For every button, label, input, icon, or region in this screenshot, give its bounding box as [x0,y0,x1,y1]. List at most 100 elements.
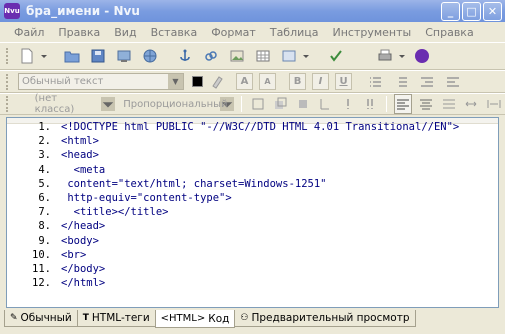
format-toolbar-1: Обычный текст ▼ A A B I U [0,70,505,93]
form-dropdown-button[interactable] [302,46,310,66]
line-number: 12. [32,277,51,290]
close-button[interactable]: ✕ [483,2,502,21]
tab-label: Код [208,312,230,325]
code-line[interactable]: 11. </body> [7,262,498,276]
publish-button[interactable] [114,46,134,66]
maximize-button[interactable]: □ [462,2,481,21]
tab-preview[interactable]: ⚇ Предварительный просмотр [234,310,416,327]
bold-button[interactable]: B [289,73,306,90]
menu-help[interactable]: Справка [425,26,473,39]
layer-back-button[interactable] [317,94,334,114]
tab-label: Предварительный просмотр [251,312,410,324]
browse-button[interactable] [140,46,160,66]
css-class-dropdown-button[interactable] [101,97,116,111]
menu-tools[interactable]: Инструменты [333,26,412,39]
toolbar-grip[interactable] [6,48,10,64]
code-lines: 1. <!DOCTYPE html PUBLIC "-//W3C//DTD HTM… [7,120,498,290]
line-number: 7. [38,206,51,219]
text-color-swatch[interactable] [192,76,203,87]
print-dropdown-button[interactable] [398,46,406,66]
minimize-button[interactable]: _ [441,2,460,21]
new-file-button[interactable] [17,46,37,66]
align-center-icon [419,99,432,110]
align-justify-icon [442,99,455,109]
line-number: 3. [38,149,51,162]
toolbar-grip[interactable] [6,73,10,90]
spell-button[interactable] [326,46,346,66]
toolbar-separator [385,96,387,112]
link-button[interactable] [201,46,221,66]
word-spacing-button[interactable] [485,94,502,114]
exclaim-button[interactable] [340,94,357,114]
exclamation-icon [347,99,349,109]
layer-front-button[interactable] [294,94,311,114]
line-number: 1. [38,121,51,134]
line-text: content="text/html; charset=Windows-1251… [61,177,327,190]
source-editor[interactable]: 1. <!DOCTYPE html PUBLIC "-//W3C//DTD HTM… [6,117,499,308]
folder-open-icon [64,51,80,63]
code-line[interactable]: 8. </head> [7,219,498,233]
code-line[interactable]: 6. http-equiv="content-type"> [7,191,498,205]
letter-spacing-button[interactable] [463,94,480,114]
highlight-color-button[interactable] [207,72,227,92]
box-button[interactable] [249,94,266,114]
image-button[interactable] [227,46,247,66]
new-file-icon [21,48,33,64]
code-line[interactable]: 4. <meta [7,163,498,177]
form-button[interactable] [279,46,299,66]
print-button[interactable] [375,46,395,66]
double-exclaim-button[interactable] [362,94,379,114]
font-family-select[interactable]: Пропорциональный [120,96,227,113]
align-left-button[interactable] [393,94,412,114]
bullet-list-icon [370,76,381,87]
paragraph-style-select[interactable]: Обычный текст ▼ [18,73,184,90]
css-class-select[interactable]: (нет класса) [32,93,86,115]
menu-format[interactable]: Формат [211,26,256,39]
nvu-app-icon[interactable]: Nvu [4,3,20,19]
open-button[interactable] [62,46,82,66]
nvu-logo [412,46,432,66]
line-number: 10. [32,248,51,261]
tab-html-tags[interactable]: T HTML-теги [76,310,156,327]
code-line[interactable]: 5. content="text/html; charset=Windows-1… [7,177,498,191]
code-line[interactable]: 9. <body> [7,234,498,248]
css-class-value: (нет класса) [34,93,75,115]
font-size-down-button[interactable]: A [259,73,276,90]
code-line[interactable]: 7. <title></title> [7,205,498,219]
font-size-up-button[interactable]: A [236,73,253,90]
tab-source[interactable]: <HTML> Код [154,310,236,328]
anchor-button[interactable] [175,46,195,66]
window-title: бра_имени - Nvu [26,4,140,18]
menu-edit[interactable]: Правка [58,26,100,39]
nvu-logo-icon [415,49,429,63]
code-line[interactable]: 2. <html> [7,134,498,148]
table-button[interactable] [253,46,273,66]
menu-insert[interactable]: Вставка [151,26,198,39]
save-button[interactable] [88,46,108,66]
window-controls: _ □ ✕ [441,2,502,21]
line-text: </body> [61,262,106,275]
composition-toolbar [0,42,505,70]
code-line[interactable]: 1. <!DOCTYPE html PUBLIC "-//W3C//DTD HTM… [7,120,498,134]
menu-table[interactable]: Таблица [270,26,319,39]
underline-button[interactable]: U [335,73,352,90]
title-bar[interactable]: Nvu бра_имени - Nvu _ □ ✕ [0,0,505,22]
menu-view[interactable]: Вид [114,26,136,39]
code-line[interactable]: 10. <br> [7,248,498,262]
code-line[interactable]: 12. </html> [7,276,498,290]
layer-button[interactable] [272,94,289,114]
new-dropdown-button[interactable] [40,46,48,66]
line-number: 4. [38,163,51,176]
line-text: http-equiv="content-type"> [61,192,232,205]
toolbar-grip[interactable] [6,96,10,112]
menu-file[interactable]: Файл [14,26,44,39]
tab-normal[interactable]: ✎ Обычный [4,310,78,327]
bullet-list-button[interactable] [365,72,385,92]
code-line[interactable]: 3. <head> [7,148,498,162]
align-justify-button[interactable] [440,94,457,114]
numbered-list-button[interactable] [391,72,411,92]
indent-button[interactable] [443,72,463,92]
italic-button[interactable]: I [312,73,329,90]
outdent-button[interactable] [417,72,437,92]
align-center-button[interactable] [418,94,435,114]
